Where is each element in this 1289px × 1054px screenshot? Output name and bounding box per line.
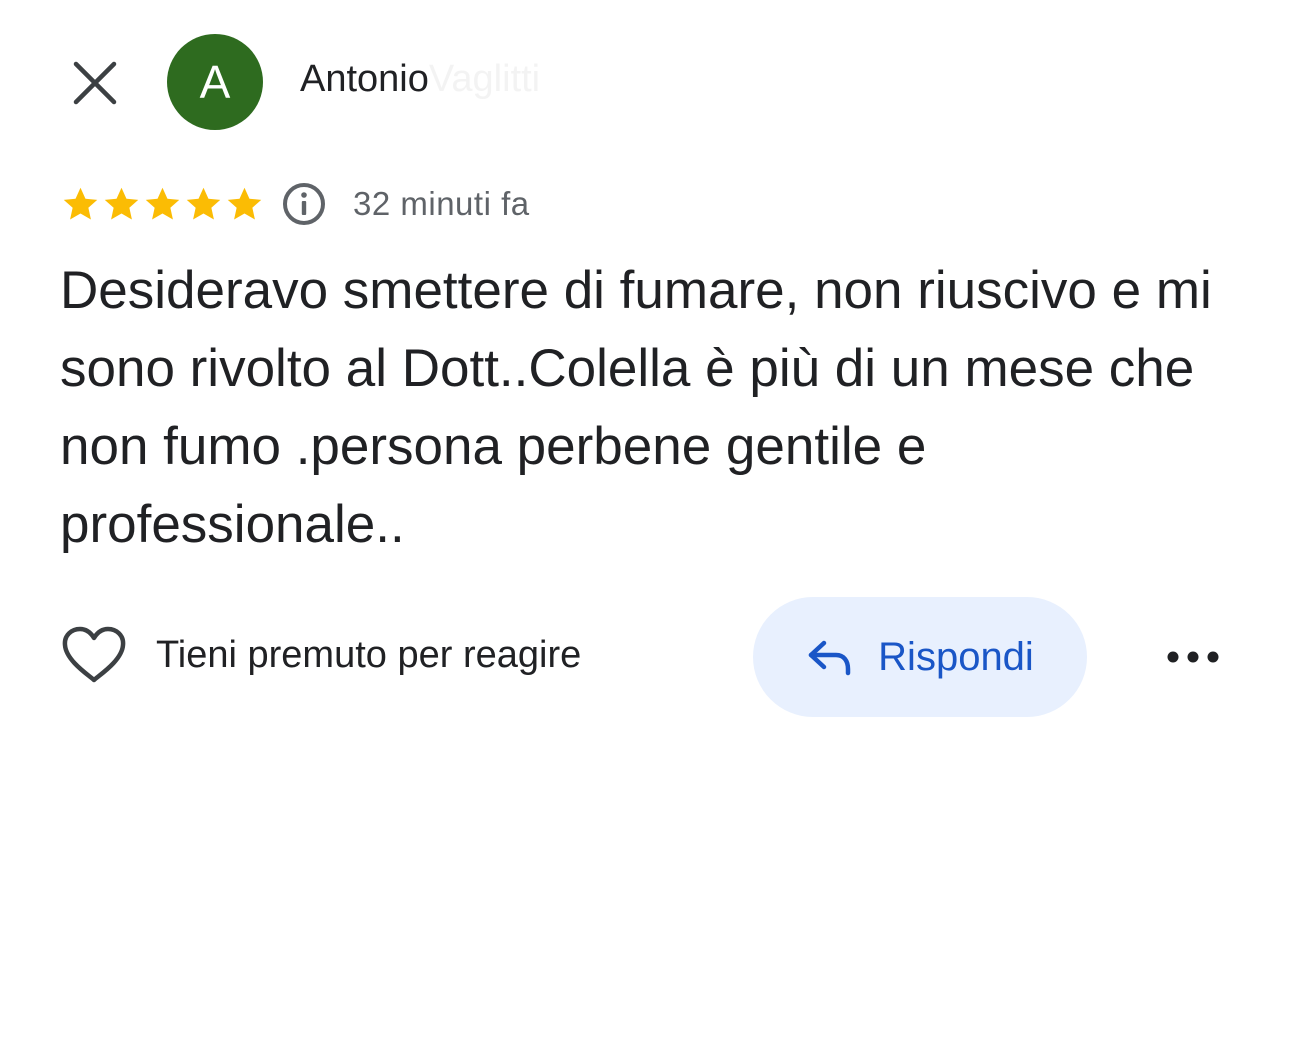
more-horizontal-icon: [1167, 651, 1219, 663]
reply-label: Rispondi: [878, 634, 1034, 679]
review-meta: 32 minuti fa: [60, 178, 530, 230]
avatar[interactable]: A: [167, 34, 263, 130]
star-icon: [63, 187, 98, 220]
info-icon[interactable]: [281, 181, 327, 227]
react-button[interactable]: Tieni premuto per reagire: [60, 625, 581, 685]
author-name[interactable]: AntonioVaglitti: [300, 58, 540, 101]
reply-button[interactable]: Rispondi: [753, 597, 1087, 717]
star-icon: [104, 187, 139, 220]
review-header: A AntonioVaglitti: [0, 0, 1289, 160]
review-text: Desideravo smettere di fumare, non riusc…: [60, 261, 1212, 554]
reply-arrow-icon: [808, 640, 851, 676]
more-options-button[interactable]: [1160, 635, 1226, 679]
heart-icon: [62, 626, 126, 683]
avatar-letter: A: [199, 56, 231, 108]
close-button[interactable]: [62, 50, 128, 116]
close-icon: [73, 61, 117, 105]
react-label: Tieni premuto per reagire: [156, 633, 582, 676]
author-name-visible: Antonio: [300, 58, 429, 100]
review-actions: Tieni premuto per reagire Rispondi: [0, 597, 1289, 717]
star-icon: [145, 187, 180, 220]
star-icon: [227, 187, 262, 220]
review-time: 32 minuti fa: [353, 185, 530, 222]
star-rating: [60, 184, 265, 225]
star-icon: [186, 187, 221, 220]
author-name-faded: Vaglitti: [428, 58, 541, 100]
